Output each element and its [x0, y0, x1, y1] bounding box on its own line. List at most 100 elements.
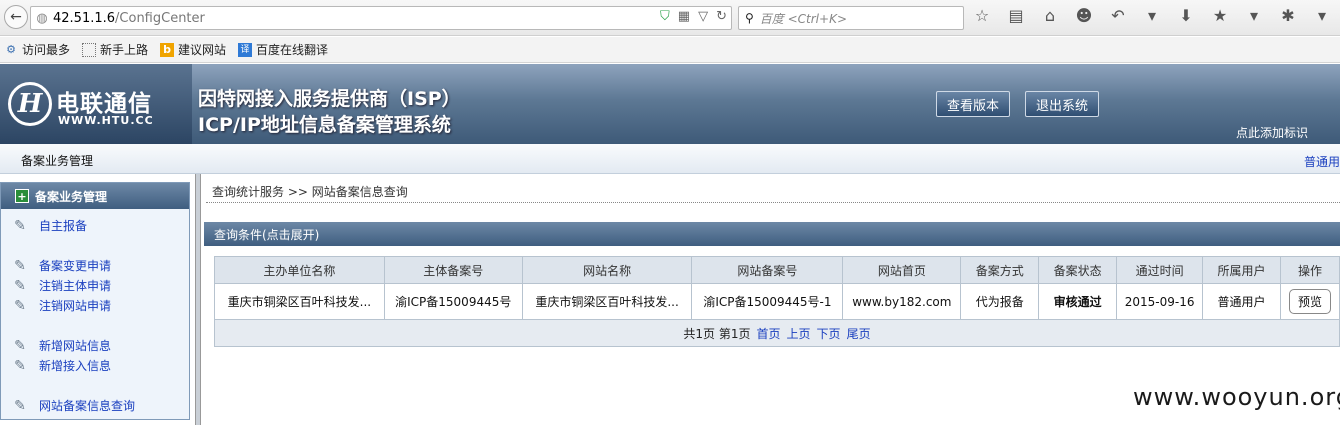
table-row: 重庆市铜梁区百叶科技发... 渝ICP备15009445号 重庆市铜梁区百叶科技…: [214, 283, 1340, 320]
sidebar-item-cancel-entity[interactable]: ✎ 注销主体申请: [11, 277, 111, 294]
expand-icon: +: [15, 189, 29, 203]
column-header: 备案方式: [960, 256, 1040, 284]
cell-website-record-no: 渝ICP备15009445号-1: [691, 283, 844, 320]
bookmark-label: 百度在线翻译: [256, 43, 329, 57]
logo-h-icon: H: [8, 82, 52, 126]
chevron-down-icon[interactable]: ▾: [1142, 6, 1162, 25]
home-icon[interactable]: ⌂: [1040, 6, 1060, 25]
translate-icon: 译: [238, 42, 253, 57]
site-header: H 电联通信 WWW.HTU.CC 因特网接入服务提供商（ISP） ICP/IP…: [0, 64, 1340, 144]
bookmark-label: 新手上路: [100, 43, 149, 57]
edit-icon: ✎: [14, 337, 26, 354]
sidebar-item-label: 备案变更申请: [39, 259, 112, 273]
menu-filing-management[interactable]: 备案业务管理: [21, 152, 93, 169]
prev-page-link[interactable]: 上页: [787, 325, 811, 342]
edit-icon: ✎: [14, 217, 26, 234]
watermark: www.wooyun.org: [1133, 383, 1340, 411]
back-button[interactable]: ←: [4, 5, 28, 29]
menu-strip: 备案业务管理 普通用: [0, 144, 1340, 174]
browser-toolbar: ← ◍ 42.51.1.6/ConfigCenter ⛉ ▦ ▽ ↻ ⚲ 百度 …: [0, 0, 1340, 36]
gear-icon: ⚙: [6, 42, 16, 56]
sidebar-item-label: 自主报备: [39, 219, 88, 233]
sidebar-item-new-access[interactable]: ✎ 新增接入信息: [11, 357, 111, 374]
results-table: 主办单位名称 主体备案号 网站名称 网站备案号 网站首页 备案方式 备案状态 通…: [214, 256, 1340, 320]
cell-entity-record-no: 渝ICP备15009445号: [383, 283, 523, 320]
logo-text: 电联通信: [56, 91, 152, 117]
search-icon: ⚲: [745, 11, 754, 25]
star-icon[interactable]: ☆: [972, 6, 992, 25]
download-icon[interactable]: ⬇: [1176, 6, 1196, 25]
url-bar[interactable]: ◍ 42.51.1.6/ConfigCenter ⛉ ▦ ▽ ↻: [30, 6, 732, 30]
shield-icon[interactable]: ⛉: [660, 9, 670, 24]
chevron-down-icon[interactable]: ▾: [1244, 6, 1264, 25]
system-title-line2: ICP/IP地址信息备案管理系统: [198, 114, 451, 136]
preview-button[interactable]: 预览: [1288, 289, 1331, 314]
column-header: 所属用户: [1202, 256, 1281, 284]
column-header: 网站备案号: [691, 256, 844, 284]
column-header: 网站首页: [842, 256, 962, 284]
sidebar-item-label: 新增网站信息: [39, 339, 112, 353]
url-path: /ConfigCenter: [115, 10, 205, 26]
sidebar-item-label: 网站备案信息查询: [39, 399, 136, 413]
sidebar-item-label: 新增接入信息: [39, 359, 112, 373]
logo: H 电联通信 WWW.HTU.CC: [0, 64, 192, 144]
bookmark-getting-started[interactable]: 新手上路: [82, 41, 148, 58]
column-header: 通过时间: [1116, 256, 1204, 284]
dropdown-icon[interactable]: ▽: [698, 9, 708, 24]
system-title-line1: 因特网接入服务提供商（ISP）: [198, 88, 461, 110]
undo-icon[interactable]: ↶: [1108, 6, 1128, 25]
bug-icon[interactable]: ✱: [1278, 6, 1298, 25]
bookmark-most-visited[interactable]: ⚙ 访问最多: [4, 41, 70, 58]
column-header: 主办单位名称: [214, 256, 385, 284]
edit-icon: ✎: [14, 357, 26, 374]
cell-action: 预览: [1279, 283, 1340, 320]
sidebar-item-change-request[interactable]: ✎ 备案变更申请: [11, 257, 111, 274]
logo-url: WWW.HTU.CC: [58, 114, 154, 127]
sidebar-item-label: 注销主体申请: [39, 279, 112, 293]
sidebar-title: 备案业务管理: [35, 189, 108, 204]
sidebar-item-website-query[interactable]: ✎ 网站备案信息查询: [11, 397, 135, 414]
add-bookmark-link[interactable]: 点此添加标识: [1236, 124, 1308, 141]
sidebar-item-cancel-website[interactable]: ✎ 注销网站申请: [11, 297, 111, 314]
first-page-link[interactable]: 首页: [757, 325, 781, 342]
chat-icon[interactable]: ☻: [1074, 6, 1094, 25]
next-page-link[interactable]: 下页: [817, 325, 841, 342]
edit-icon: ✎: [14, 277, 26, 294]
column-header: 主体备案号: [383, 256, 523, 284]
search-placeholder: 百度 <Ctrl+K>: [759, 11, 847, 26]
logout-button[interactable]: 退出系统: [1025, 91, 1100, 117]
user-role-label[interactable]: 普通用: [1304, 153, 1340, 170]
cell-homepage: www.by182.com: [842, 283, 962, 320]
reload-icon[interactable]: ↻: [716, 9, 727, 24]
divider: [206, 202, 1340, 203]
column-header: 备案状态: [1038, 256, 1118, 284]
last-page-link[interactable]: 尾页: [847, 325, 871, 342]
search-input[interactable]: ⚲ 百度 <Ctrl+K>: [738, 6, 964, 30]
page-summary: 共1页 第1页: [683, 326, 751, 341]
edit-icon: ✎: [14, 397, 26, 414]
query-conditions-toggle[interactable]: 查询条件(点击展开): [204, 222, 1340, 246]
view-version-button[interactable]: 查看版本: [936, 91, 1011, 117]
cell-filing-method: 代为报备: [960, 283, 1040, 320]
url-host: 42.51.1.6: [53, 10, 116, 26]
folder-icon: [82, 42, 97, 57]
reading-list-icon[interactable]: ▤: [1006, 6, 1026, 25]
qr-code-icon[interactable]: ▦: [678, 9, 690, 24]
menu-icon[interactable]: ▾: [1312, 6, 1332, 25]
breadcrumb: 查询统计服务 >> 网站备案信息查询: [212, 185, 408, 199]
column-header: 操作: [1279, 256, 1340, 284]
favorite-star-icon[interactable]: ★: [1210, 6, 1230, 25]
sidebar-item-new-website[interactable]: ✎ 新增网站信息: [11, 337, 111, 354]
sidebar-item-label: 注销网站申请: [39, 299, 112, 313]
sidebar-item-self-report[interactable]: ✎ 自主报备: [11, 217, 87, 234]
edit-icon: ✎: [14, 297, 26, 314]
cell-owner: 普通用户: [1202, 283, 1281, 320]
bookmark-suggested-sites[interactable]: b 建议网站: [160, 41, 226, 58]
column-header: 网站名称: [521, 256, 693, 284]
bookmark-baidu-translate[interactable]: 译 百度在线翻译: [238, 41, 328, 58]
cell-status: 审核通过: [1038, 283, 1118, 320]
sidebar-header[interactable]: + 备案业务管理: [1, 183, 189, 209]
cell-approval-date: 2015-09-16: [1116, 283, 1204, 320]
frame-splitter[interactable]: [195, 174, 201, 425]
bookmark-label: 建议网站: [178, 43, 227, 57]
